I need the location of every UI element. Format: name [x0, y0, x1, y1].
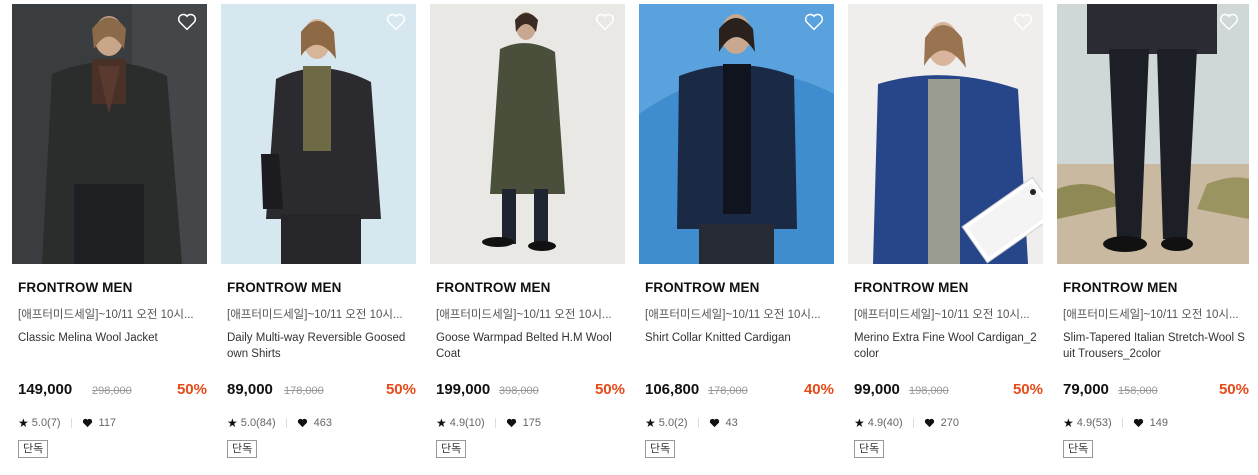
discount-rate: 50%: [1012, 381, 1043, 398]
heart-filled-icon: [82, 418, 92, 428]
wishlist-heart-icon[interactable]: [177, 13, 197, 31]
rating-text: 5.0(2): [658, 417, 688, 429]
product-image[interactable]: [221, 4, 416, 264]
star-icon: ★: [645, 416, 656, 430]
promo-text: [애프터미드세일]~10/11 오전 10시...: [227, 309, 403, 321]
exclusive-badge: 단독: [1063, 440, 1094, 458]
product-name[interactable]: Merino Extra Fine Wool Cardigan_2color: [854, 330, 1040, 362]
likes-count: 175: [522, 417, 541, 429]
wishlist-heart-icon[interactable]: [1013, 13, 1033, 31]
sale-price: 199,000: [436, 381, 491, 398]
exclusive-badge: 단독: [227, 440, 258, 458]
heart-filled-icon: [297, 418, 307, 428]
original-price: 178,000: [708, 385, 748, 397]
wishlist-heart-icon[interactable]: [1219, 13, 1239, 31]
rating-text: 4.9(53): [1076, 417, 1112, 429]
original-price: 298,000: [92, 385, 132, 397]
product-image[interactable]: [1057, 4, 1249, 264]
product-image[interactable]: [430, 4, 625, 264]
review-meta: ★ 4.9(10) 175: [436, 416, 541, 430]
brand-name[interactable]: FRONTROW MEN: [854, 280, 968, 295]
discount-rate: 40%: [803, 381, 834, 398]
original-price: 158,000: [1118, 385, 1158, 397]
likes-count: 463: [313, 417, 332, 429]
promo-text: [애프터미드세일]~10/11 오전 10시...: [645, 309, 821, 321]
sale-price: 89,000: [227, 381, 273, 398]
product-name[interactable]: Classic Melina Wool Jacket: [18, 330, 204, 346]
divider: [912, 418, 914, 428]
sale-price: 149,000: [18, 381, 73, 398]
star-icon: ★: [18, 416, 29, 430]
product-card[interactable]: FRONTROW MEN [애프터미드세일]~10/11 오전 10시... G…: [430, 4, 625, 475]
divider: [1121, 418, 1123, 428]
likes-count: 149: [1149, 417, 1168, 429]
sale-price: 99,000: [854, 381, 900, 398]
rating-text: 4.9(10): [449, 417, 485, 429]
product-card[interactable]: FRONTROW MEN [애프터미드세일]~10/11 오전 10시... D…: [221, 4, 416, 475]
product-name[interactable]: Shirt Collar Knitted Cardigan: [645, 330, 831, 346]
star-icon: ★: [227, 416, 238, 430]
discount-rate: 50%: [594, 381, 625, 398]
product-image[interactable]: [848, 4, 1043, 264]
product-card[interactable]: FRONTROW MEN [애프터미드세일]~10/11 오전 10시... C…: [12, 4, 207, 475]
product-card[interactable]: FRONTROW MEN [애프터미드세일]~10/11 오전 10시... S…: [1057, 4, 1249, 475]
divider: [697, 418, 699, 428]
review-meta: ★ 5.0(84) 463: [227, 416, 332, 430]
promo-text: [애프터미드세일]~10/11 오전 10시...: [436, 309, 612, 321]
product-name[interactable]: Daily Multi-way Reversible Goosed own Sh…: [227, 330, 413, 362]
promo-text: [애프터미드세일]~10/11 오전 10시...: [1063, 309, 1239, 321]
product-image[interactable]: [639, 4, 834, 264]
wishlist-heart-icon[interactable]: [386, 13, 406, 31]
review-meta: ★ 5.0(7) 117: [18, 416, 116, 430]
original-price: 178,000: [284, 385, 324, 397]
product-card[interactable]: FRONTROW MEN [애프터미드세일]~10/11 오전 10시... M…: [848, 4, 1043, 475]
discount-rate: 50%: [1218, 381, 1249, 398]
divider: [494, 418, 496, 428]
rating-text: 5.0(7): [31, 417, 61, 429]
rating-text: 4.9(40): [867, 417, 903, 429]
heart-filled-icon: [1133, 418, 1143, 428]
star-icon: ★: [436, 416, 447, 430]
likes-count: 117: [98, 417, 117, 429]
original-price: 198,000: [909, 385, 949, 397]
wishlist-heart-icon[interactable]: [804, 13, 824, 31]
promo-text: [애프터미드세일]~10/11 오전 10시...: [854, 309, 1030, 321]
brand-name[interactable]: FRONTROW MEN: [645, 280, 759, 295]
product-name[interactable]: Goose Warmpad Belted H.M Wool Coat: [436, 330, 622, 362]
heart-filled-icon: [506, 418, 516, 428]
exclusive-badge: 단독: [18, 440, 49, 458]
exclusive-badge: 단독: [645, 440, 676, 458]
heart-filled-icon: [709, 418, 719, 428]
divider: [70, 418, 72, 428]
review-meta: ★ 4.9(53) 149: [1063, 416, 1168, 430]
original-price: 398,000: [499, 385, 539, 397]
product-image[interactable]: [12, 4, 207, 264]
exclusive-badge: 단독: [854, 440, 885, 458]
rating-text: 5.0(84): [240, 417, 276, 429]
discount-rate: 50%: [176, 381, 207, 398]
divider: [285, 418, 287, 428]
product-card[interactable]: FRONTROW MEN [애프터미드세일]~10/11 오전 10시... S…: [639, 4, 834, 475]
review-meta: ★ 5.0(2) 43: [645, 416, 738, 430]
star-icon: ★: [854, 416, 865, 430]
sale-price: 79,000: [1063, 381, 1109, 398]
promo-text: [애프터미드세일]~10/11 오전 10시...: [18, 309, 194, 321]
brand-name[interactable]: FRONTROW MEN: [18, 280, 132, 295]
likes-count: 43: [725, 417, 738, 429]
brand-name[interactable]: FRONTROW MEN: [227, 280, 341, 295]
likes-count: 270: [940, 417, 959, 429]
sale-price: 106,800: [645, 381, 700, 398]
product-grid: FRONTROW MEN [애프터미드세일]~10/11 오전 10시... C…: [12, 4, 1258, 475]
discount-rate: 50%: [385, 381, 416, 398]
brand-name[interactable]: FRONTROW MEN: [1063, 280, 1177, 295]
review-meta: ★ 4.9(40) 270: [854, 416, 959, 430]
exclusive-badge: 단독: [436, 440, 467, 458]
wishlist-heart-icon[interactable]: [595, 13, 615, 31]
brand-name[interactable]: FRONTROW MEN: [436, 280, 550, 295]
star-icon: ★: [1063, 416, 1074, 430]
heart-filled-icon: [924, 418, 934, 428]
product-name[interactable]: Slim-Tapered Italian Stretch-Wool Suit T…: [1063, 330, 1249, 362]
